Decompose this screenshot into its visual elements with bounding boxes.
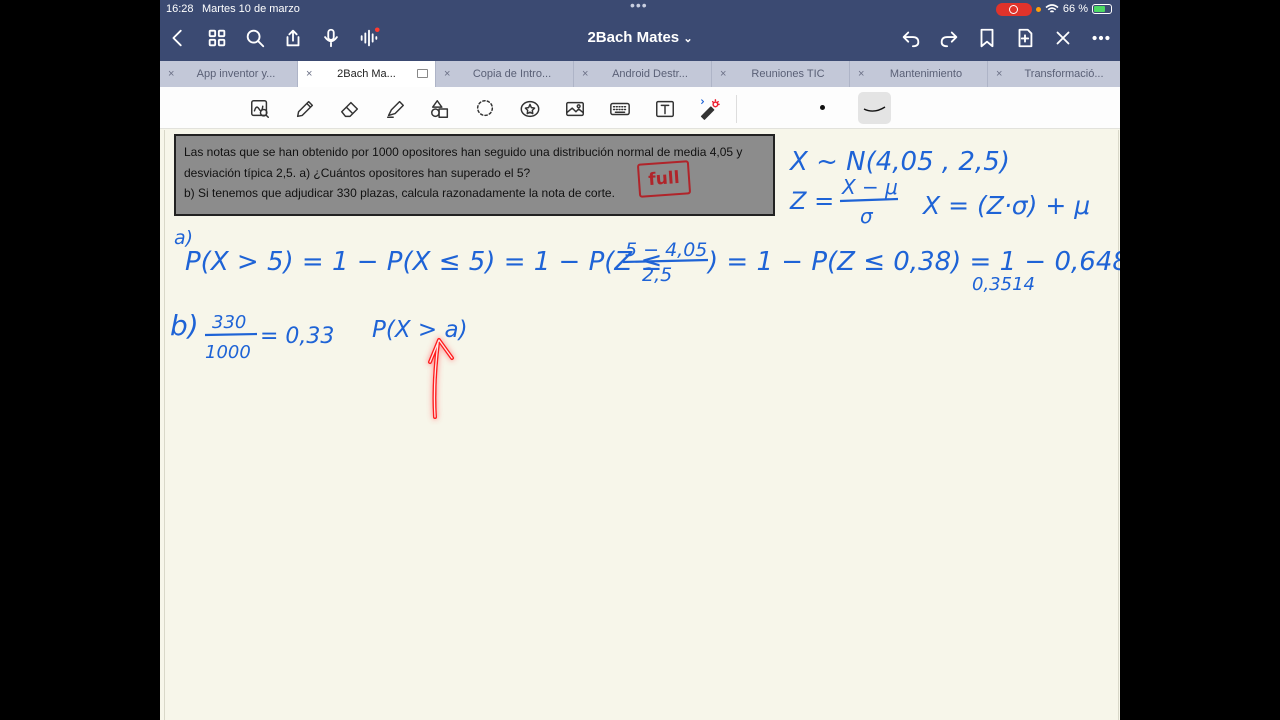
z-den-text: σ bbox=[860, 204, 874, 228]
audio-waveform-icon[interactable] bbox=[355, 24, 383, 52]
search-icon[interactable] bbox=[241, 24, 269, 52]
highlighter-icon[interactable] bbox=[382, 96, 408, 122]
drawing-toolbar bbox=[160, 87, 1120, 129]
part-a-rest: ) = 1 − P(Z ≤ 0,38) = 1 − 0,648 = bbox=[706, 247, 1120, 277]
battery-percent: 66 % bbox=[1062, 3, 1088, 15]
image-icon[interactable] bbox=[562, 96, 588, 122]
tab-close-icon[interactable]: × bbox=[444, 61, 450, 87]
tab[interactable]: × Reuniones TIC bbox=[712, 61, 850, 87]
x-formula-text: X = (Z·σ) + μ bbox=[921, 191, 1090, 220]
tab-close-icon[interactable]: × bbox=[306, 61, 312, 87]
fraction-denominator: 2,5 bbox=[642, 264, 672, 286]
handwriting-layer: X ~ N(4,05 , 2,5) Z = X − μ σ X = (Z·σ) … bbox=[170, 147, 1120, 419]
back-icon[interactable] bbox=[164, 24, 192, 52]
chevron-down-icon: ⌄ bbox=[683, 33, 693, 45]
sticker-icon[interactable] bbox=[517, 96, 543, 122]
stroke-size-dot[interactable] bbox=[820, 105, 825, 110]
text-icon[interactable] bbox=[652, 96, 678, 122]
eraser-icon[interactable] bbox=[337, 96, 363, 122]
distribution-text: X ~ N(4,05 , 2,5) bbox=[788, 147, 1010, 177]
redo-icon[interactable] bbox=[935, 24, 963, 52]
add-page-icon[interactable] bbox=[1011, 24, 1039, 52]
title-bar: 16:28 Martes 10 de marzo ••• 66 % 2Bach … bbox=[160, 0, 1120, 61]
tab-bar: × App inventor y... × 2Bach Ma... × Copia d… bbox=[160, 61, 1120, 87]
document-title[interactable]: 2Bach Mates ⌄ bbox=[587, 29, 692, 46]
status-right: 66 % bbox=[995, 2, 1112, 16]
tab-close-icon[interactable]: × bbox=[582, 61, 588, 87]
wifi-icon bbox=[1045, 4, 1059, 13]
undo-icon[interactable] bbox=[897, 24, 925, 52]
tab[interactable]: × Mantenimiento bbox=[850, 61, 988, 87]
keyboard-icon[interactable] bbox=[607, 96, 633, 122]
tab-close-icon[interactable]: × bbox=[720, 61, 726, 87]
share-icon[interactable] bbox=[279, 24, 307, 52]
z-num-text: X − μ bbox=[841, 175, 898, 199]
tab[interactable]: × Android Destr... bbox=[574, 61, 712, 87]
pen-icon[interactable] bbox=[292, 96, 318, 122]
notebook-page[interactable]: Las notas que se han obtenido por 1000 o… bbox=[160, 130, 1120, 720]
tab-close-icon[interactable]: × bbox=[996, 61, 1002, 87]
tab-close-icon[interactable]: × bbox=[858, 61, 864, 87]
notes-app: 16:28 Martes 10 de marzo ••• 66 % 2Bach … bbox=[160, 0, 1120, 720]
toolbar-divider bbox=[736, 95, 737, 123]
grid-icon[interactable] bbox=[203, 24, 231, 52]
b-equals: = 0,33 bbox=[260, 324, 334, 349]
screen-recording-icon bbox=[995, 2, 1032, 16]
b-probability: P(X > a) bbox=[372, 317, 468, 343]
tab[interactable]: × Copia de Intro... bbox=[436, 61, 574, 87]
mic-indicator-icon bbox=[1035, 6, 1041, 12]
laser-pointer-icon[interactable] bbox=[696, 96, 722, 122]
multitasking-dots-icon[interactable]: ••• bbox=[630, 0, 648, 12]
more-icon[interactable] bbox=[1087, 24, 1115, 52]
status-time: 16:28 bbox=[166, 3, 194, 15]
tab[interactable]: × App inventor y... bbox=[160, 61, 298, 87]
split-view-icon[interactable] bbox=[417, 69, 428, 78]
part-b-label: b) bbox=[170, 309, 199, 342]
lasso-icon[interactable] bbox=[472, 96, 498, 122]
shapes-icon[interactable] bbox=[427, 96, 453, 122]
part-a-result: 0,3514 bbox=[972, 274, 1035, 295]
close-tab-icon[interactable] bbox=[1049, 24, 1077, 52]
bookmark-icon[interactable] bbox=[973, 24, 1001, 52]
fraction-numerator: 5 − 4,05 bbox=[625, 239, 707, 261]
stroke-curve-icon bbox=[863, 106, 886, 112]
tab-active[interactable]: × 2Bach Ma... bbox=[298, 61, 436, 87]
tab-close-icon[interactable]: × bbox=[168, 61, 174, 87]
battery-icon bbox=[1092, 4, 1112, 14]
b-numerator: 330 bbox=[212, 312, 246, 333]
z-lhs-text: Z = bbox=[789, 187, 834, 215]
status-date: Martes 10 de marzo bbox=[202, 3, 300, 15]
part-a-text: P(X > 5) = 1 − P(X ≤ 5) = 1 − P(Z ≤ bbox=[185, 247, 662, 277]
microphone-icon[interactable] bbox=[317, 24, 345, 52]
part-a-label: a) bbox=[174, 227, 193, 249]
tab[interactable]: × Transformació... bbox=[988, 61, 1120, 87]
laser-arrow-icon bbox=[428, 338, 454, 419]
b-denominator: 1000 bbox=[205, 342, 251, 363]
stroke-style-selector[interactable] bbox=[858, 92, 891, 124]
lasso-zoom-icon[interactable] bbox=[247, 96, 273, 122]
